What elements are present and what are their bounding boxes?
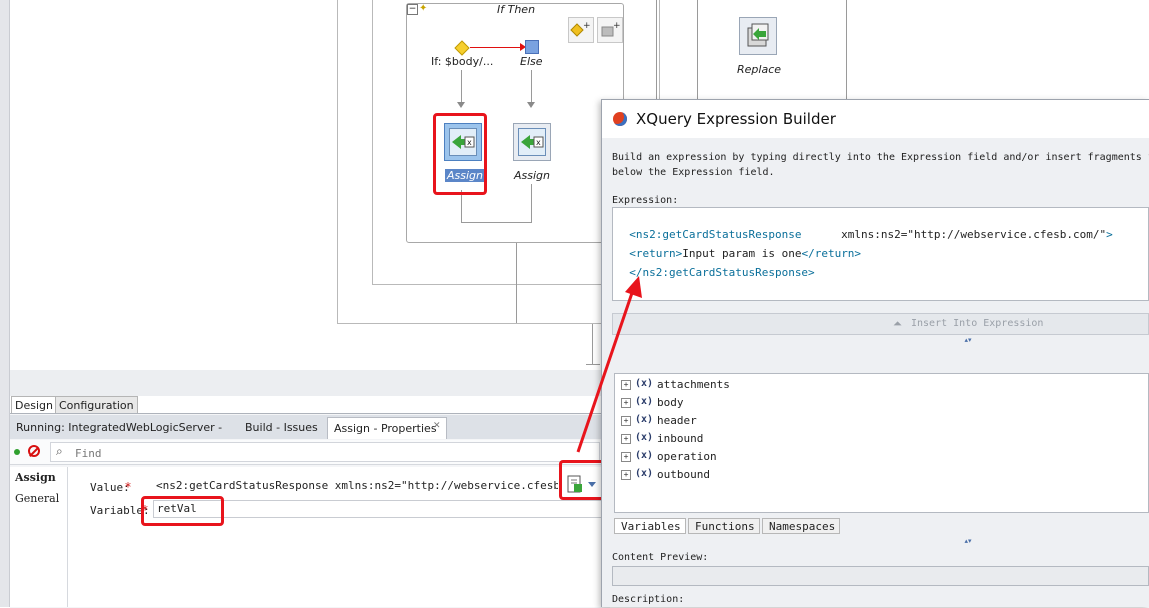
- annotation-arrowhead: [625, 276, 642, 298]
- annotation-arrow: [576, 289, 635, 453]
- annotation-arrows: [576, 276, 642, 453]
